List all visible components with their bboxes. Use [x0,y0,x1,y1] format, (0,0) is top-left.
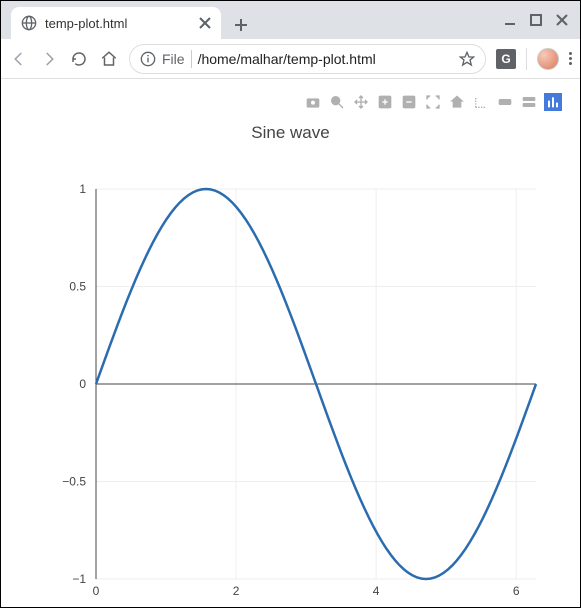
zoom-in-icon[interactable] [376,93,394,111]
plotly-logo-icon[interactable] [544,93,562,111]
hover-closest-icon[interactable] [496,93,514,111]
x-tick-label: 0 [93,584,100,598]
y-tick-label: −1 [72,572,86,586]
chart-plot[interactable]: 0 2 4 6 −1 −0.5 0 0.5 1 [31,179,551,608]
page-content: Sine wave 0 2 4 6 −1 −0.5 0 0.5 1 [1,79,580,607]
y-tick-label: −0.5 [62,475,86,489]
tab-strip: temp-plot.html [1,1,580,39]
bookmark-star-icon[interactable] [459,51,475,67]
url-path: /home/malhar/temp-plot.html [198,51,376,67]
minimize-icon[interactable] [504,14,516,26]
info-icon[interactable] [140,51,156,67]
reset-axes-icon[interactable] [448,93,466,111]
separator [526,48,527,70]
url-box[interactable]: File /home/malhar/temp-plot.html [129,44,486,74]
separator [191,50,192,68]
menu-button[interactable] [569,52,572,65]
spike-lines-icon[interactable] [472,93,490,111]
address-bar: File /home/malhar/temp-plot.html G [1,39,580,79]
maximize-icon[interactable] [530,14,542,26]
hover-compare-icon[interactable] [520,93,538,111]
forward-button[interactable] [39,49,59,69]
reload-button[interactable] [69,49,89,69]
window-controls [504,1,580,39]
y-tick-label: 1 [79,182,86,196]
tab-active[interactable]: temp-plot.html [11,7,221,39]
y-tick-label: 0.5 [69,280,86,294]
profile-avatar[interactable] [537,48,559,70]
x-tick-label: 4 [373,584,380,598]
home-button[interactable] [99,49,119,69]
new-tab-button[interactable] [227,11,255,39]
url-scheme: File [162,51,185,67]
close-icon[interactable] [199,17,211,29]
back-button[interactable] [9,49,29,69]
x-tick-label: 6 [513,584,520,598]
chart-title: Sine wave [1,123,580,143]
zoom-out-icon[interactable] [400,93,418,111]
autoscale-icon[interactable] [424,93,442,111]
close-window-icon[interactable] [556,14,568,26]
tab-title: temp-plot.html [45,16,191,31]
extension-badge[interactable]: G [496,49,516,69]
zoom-icon[interactable] [328,93,346,111]
camera-icon[interactable] [304,93,322,111]
x-tick-label: 2 [233,584,240,598]
pan-icon[interactable] [352,93,370,111]
y-tick-label: 0 [79,377,86,391]
plotly-modebar [304,93,562,111]
globe-icon [21,15,37,31]
browser-window: temp-plot.html File /home/malhar/temp-pl… [0,0,581,608]
